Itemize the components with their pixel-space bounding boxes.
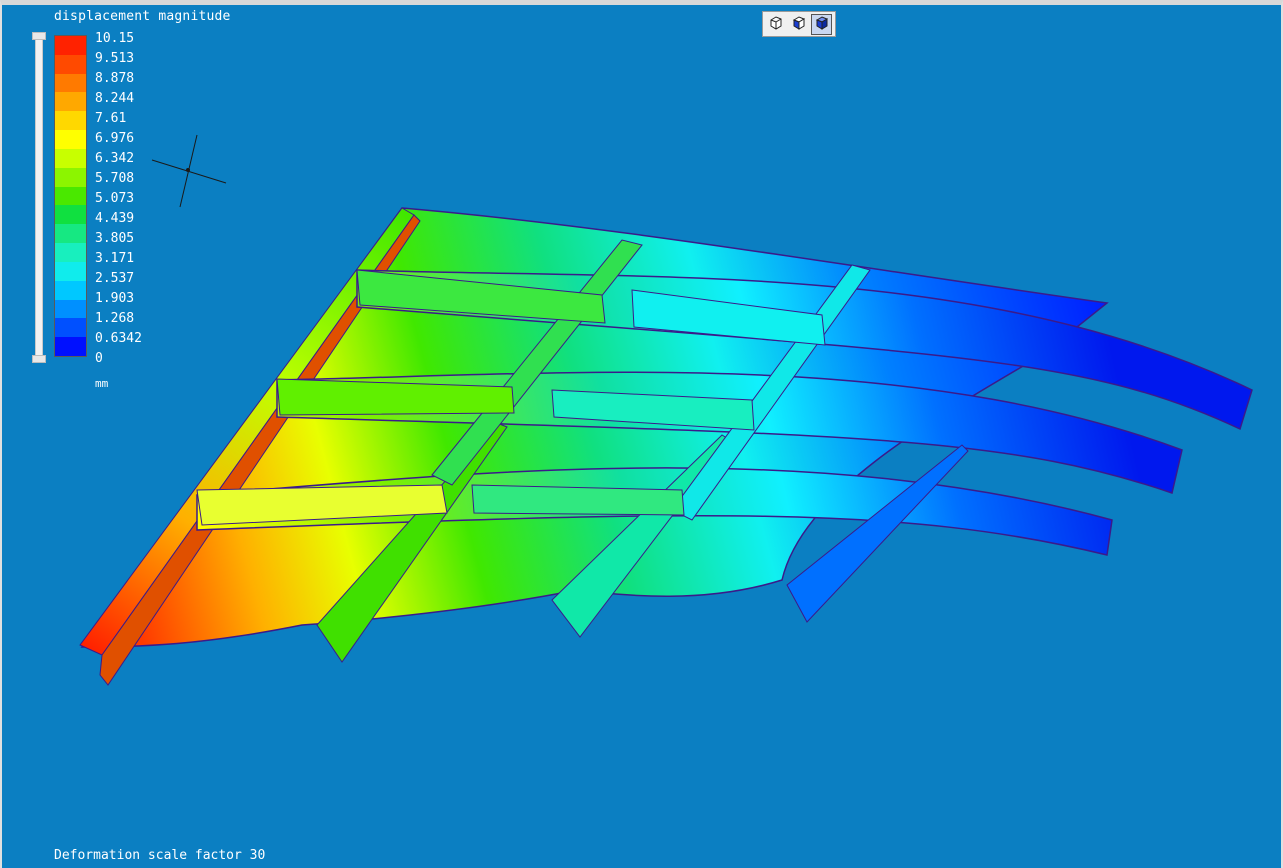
legend-tick-label: 1.268 [95,311,135,326]
legend-swatch [55,130,86,149]
legend-tick-label: 6.342 [95,151,135,166]
legend-tick-label: 1.903 [95,291,135,306]
deformed-model[interactable] [2,5,1281,868]
deformation-scale-label: Deformation scale factor 30 [54,848,266,863]
legend-title: displacement magnitude [54,9,231,24]
legend-swatch [55,148,86,168]
legend-swatch [55,243,86,262]
shaded-cube-view-button[interactable] [788,14,809,35]
legend-tick-label: 5.708 [95,171,135,186]
view-mode-toolbar [762,11,836,37]
3d-viewport[interactable]: displacement magnitude 10.15 9.513 8.878 8.… [0,0,1283,868]
legend-swatch [55,54,86,74]
legend-tick-label: 6.976 [95,131,135,146]
legend-swatch [55,167,86,187]
legend-swatch [55,318,86,338]
solid-cube-view-button[interactable] [811,13,833,35]
legend-color-bar [54,35,87,357]
shaded-cube-icon [791,14,807,35]
slider-top-handle[interactable] [32,32,46,40]
legend-tick-label: 5.073 [95,191,135,206]
legend-swatch [55,186,86,206]
legend-swatch [55,36,86,55]
legend-tick-label: 0.6342 [95,331,142,346]
legend-swatch [55,261,86,281]
legend-swatch [55,224,86,244]
legend-swatch [55,111,86,131]
legend-tick-label: 8.244 [95,91,135,106]
triad-axis [151,134,227,208]
legend-tick-label: 10.15 [95,31,135,46]
wireframe-cube-icon [768,14,784,35]
legend-swatch [55,299,86,319]
legend-tick-label: 8.878 [95,71,135,86]
legend-tick-label: 4.439 [95,211,135,226]
legend-tick-label: 0 [95,351,103,366]
slider-bottom-handle[interactable] [32,355,46,363]
legend-tick-label: 7.61 [95,111,127,126]
legend-tick-label: 9.513 [95,51,135,66]
solid-cube-icon [814,14,830,35]
legend-tick-label: 3.171 [95,251,135,266]
legend-swatch [55,73,86,93]
legend-unit: mm [95,377,109,390]
legend-tick-label: 3.805 [95,231,135,246]
legend-swatch [55,92,86,112]
legend-swatch [55,205,86,225]
legend-tick-label: 2.537 [95,271,135,286]
legend-swatch [55,280,86,300]
legend-tick-labels: 10.15 9.513 8.878 8.244 7.61 6.976 6.342 5.708 5… [95,29,142,369]
legend-range-slider[interactable] [35,35,43,361]
wireframe-cube-view-button[interactable] [766,14,787,35]
legend-swatch [55,337,86,357]
